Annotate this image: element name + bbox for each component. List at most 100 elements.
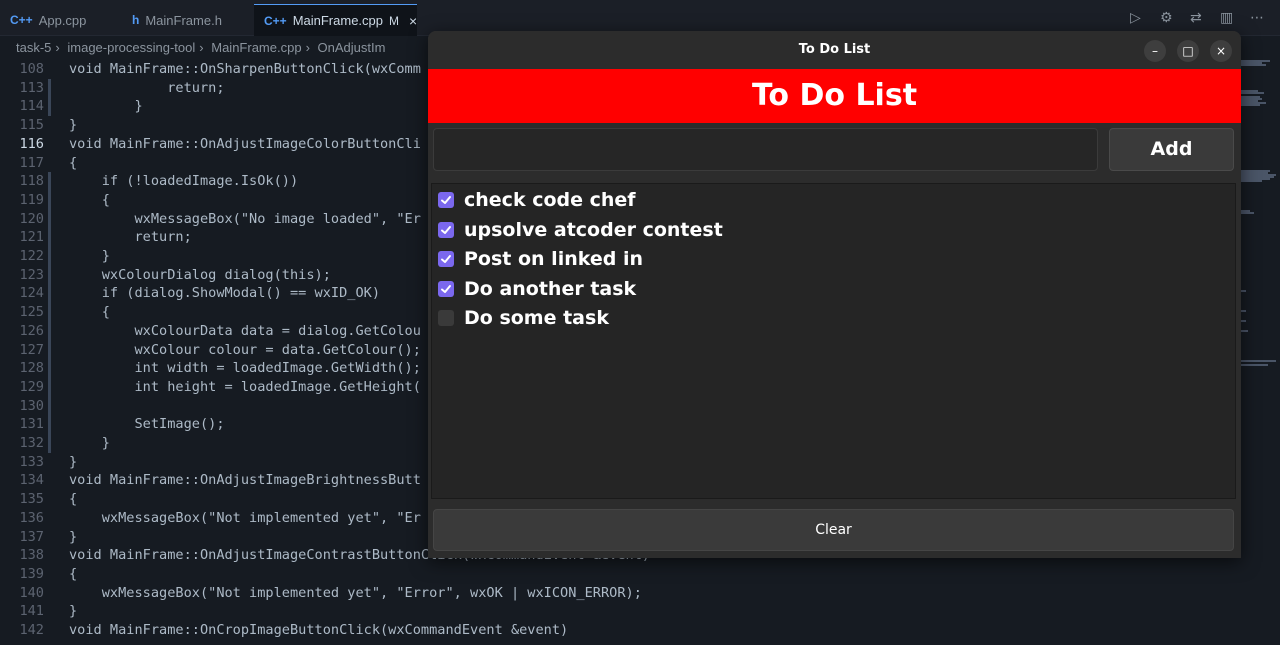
tab-mainframe-h[interactable]: h MainFrame.h [122,4,252,36]
line-number: 134 [19,472,44,489]
code-text: wxColour colour = data.GetColour(); [69,341,421,358]
cpp-file-icon: C++ [10,13,33,27]
tab-mainframe-cpp[interactable]: C++ MainFrame.cpp M × [254,4,417,36]
breadcrumb-item[interactable]: task-5 [16,40,51,55]
code-text: if (!loadedImage.IsOk()) [69,173,299,190]
more-icon[interactable]: ⋯ [1250,10,1266,26]
git-change-marker [48,359,51,379]
code-text: void MainFrame::OnAdjustImageBrightnessB… [69,472,421,489]
split-editor-icon[interactable]: ▥ [1220,10,1236,26]
code-text: int height = loadedImage.GetHeight( [69,378,421,395]
git-change-marker [48,209,51,229]
code-text: } [69,528,78,545]
window-titlebar[interactable]: To Do List – □ × [428,31,1241,69]
tab-label: MainFrame.cpp [292,13,383,28]
code-line[interactable]: 141} [0,602,1280,621]
code-text: return; [69,79,225,96]
line-number: 118 [19,173,44,190]
git-change-marker [48,321,51,341]
line-number: 137 [19,528,44,545]
code-text: void MainFrame::OnSharpenButtonClick(wxC… [69,61,421,77]
task-checkbox[interactable] [438,310,454,326]
tab-label: App.cpp [38,12,87,28]
line-number: 139 [19,565,44,582]
task-item[interactable]: Do some task [438,305,609,331]
line-number: 120 [19,210,44,227]
minimap-line [1240,104,1260,106]
git-change-marker [48,284,51,304]
code-text: wxMessageBox("Not implemented yet", "Er [69,509,421,526]
compare-icon[interactable]: ⇄ [1190,10,1206,26]
line-number: 135 [19,491,44,508]
breadcrumb-item[interactable]: MainFrame.cpp [211,40,301,55]
tab-label: MainFrame.h [145,12,222,28]
git-change-marker [48,340,51,360]
task-checkbox[interactable] [438,251,454,267]
line-number: 129 [19,378,44,395]
minimap-line [1240,330,1248,332]
minimap-line [1240,360,1276,362]
line-number: 132 [19,435,44,451]
git-change-marker [48,190,51,210]
task-input[interactable] [433,128,1098,171]
line-number: 121 [19,229,44,246]
line-number: 114 [19,98,44,115]
git-change-marker [48,78,51,98]
run-icon[interactable]: ▷ [1130,10,1146,26]
code-text: } [69,603,78,620]
line-number: 141 [19,603,44,620]
line-number: 116 [19,135,44,152]
git-change-marker [48,172,51,192]
minimap[interactable] [1236,60,1280,480]
code-text: wxColourDialog dialog(this); [69,266,331,283]
git-change-marker [48,377,51,397]
line-number: 136 [19,509,44,526]
code-text: wxMessageBox("Not implemented yet", "Err… [69,584,642,601]
code-text: void MainFrame::OnAdjustImageColorButton… [69,135,421,152]
tab-app-cpp[interactable]: C++ App.cpp [0,4,118,36]
minimap-line [1240,212,1254,214]
line-number: 122 [19,248,44,264]
code-text: { [69,304,110,321]
code-line[interactable]: 139 { [0,565,1280,584]
line-number: 115 [19,117,44,134]
clear-button[interactable]: Clear [433,509,1234,551]
task-item[interactable]: check code chef [438,187,636,213]
header-file-icon: h [132,13,140,27]
minimap-line [1240,92,1264,94]
task-checkbox[interactable] [438,280,454,297]
minimize-button[interactable]: – [1144,40,1166,62]
maximize-button[interactable]: □ [1177,40,1199,62]
code-text: } [69,453,78,470]
code-line[interactable]: 140 wxMessageBox("Not implemented yet", … [0,584,1280,603]
task-label: Do some task [464,307,609,329]
line-number: 130 [19,397,44,414]
line-number: 113 [19,79,44,96]
minimap-line [1240,180,1262,182]
git-change-marker [48,97,51,117]
git-change-marker [48,303,51,323]
task-checkbox[interactable] [438,221,454,238]
add-button[interactable]: Add [1109,128,1234,171]
tab-close-icon[interactable]: × [409,13,417,29]
line-number: 119 [19,191,44,208]
task-item[interactable]: Post on linked in [438,246,643,272]
git-change-marker [48,228,51,248]
code-line[interactable]: 142 void MainFrame::OnCropImageButtonClic… [0,621,1280,640]
breadcrumb-item[interactable]: image-processing-tool [67,40,195,55]
close-button[interactable]: × [1210,40,1232,62]
task-item[interactable]: Do another task [438,276,636,302]
breadcrumb-item[interactable]: OnAdjustIm [318,40,386,55]
header-title: To Do List [751,78,918,113]
todo-header: To Do List [428,69,1241,123]
task-list: check code chef upsolve atcoder contest Po… [431,183,1236,499]
task-checkbox[interactable] [438,192,454,208]
checkmark-icon [441,255,451,263]
checkmark-icon [441,196,451,204]
line-number: 133 [19,453,44,470]
code-text: { [69,565,78,582]
task-item[interactable]: upsolve atcoder contest [438,217,723,243]
minimap-line [1240,64,1266,66]
gear-icon[interactable]: ⚙ [1160,10,1176,26]
code-text: { [69,154,78,171]
